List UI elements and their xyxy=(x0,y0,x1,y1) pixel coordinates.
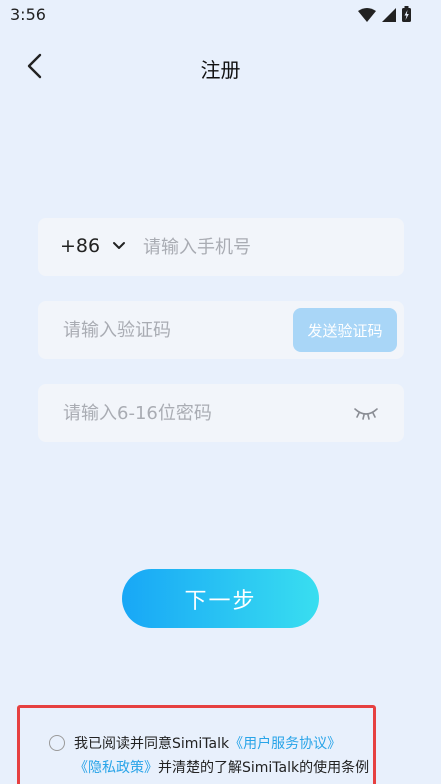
agreement-text: 我已阅读并同意SimiTalk《用户服务协议》《隐私政策》并清楚的了解SimiT… xyxy=(74,732,414,780)
country-code-select[interactable]: +86 xyxy=(60,235,126,257)
phone-field: +86 xyxy=(38,218,404,276)
status-icons xyxy=(358,6,411,26)
user-agreement-link[interactable]: 《用户服务协议》 xyxy=(229,736,341,752)
cell-signal-icon xyxy=(382,7,396,26)
verification-code-field: 发送验证码 xyxy=(38,301,404,359)
privacy-policy-link[interactable]: 《隐私政策》 xyxy=(74,760,158,776)
eye-closed-icon xyxy=(354,408,378,420)
chevron-down-icon xyxy=(113,242,126,249)
agreement-suffix: 并清楚的了解SimiTalk的使用条例 xyxy=(158,760,370,776)
send-code-button[interactable]: 发送验证码 xyxy=(293,308,397,352)
agreement-prefix: 我已阅读并同意SimiTalk xyxy=(74,736,230,752)
status-bar: 3:56 xyxy=(0,0,441,30)
page-title: 注册 xyxy=(200,58,241,82)
next-step-button[interactable]: 下一步 xyxy=(122,569,319,628)
password-visibility-toggle[interactable] xyxy=(353,405,379,425)
status-time: 3:56 xyxy=(10,5,46,24)
password-field xyxy=(38,384,404,442)
country-code-value: +86 xyxy=(60,235,101,257)
nav-bar: 注册 xyxy=(0,40,441,92)
agreement-section: 我已阅读并同意SimiTalk《用户服务协议》《隐私政策》并清楚的了解SimiT… xyxy=(0,700,441,784)
password-input[interactable] xyxy=(63,384,343,442)
wifi-icon xyxy=(358,7,376,26)
agreement-checkbox[interactable] xyxy=(49,735,65,751)
phone-input[interactable] xyxy=(143,218,393,276)
battery-icon xyxy=(402,6,411,26)
verification-code-input[interactable] xyxy=(63,301,293,359)
